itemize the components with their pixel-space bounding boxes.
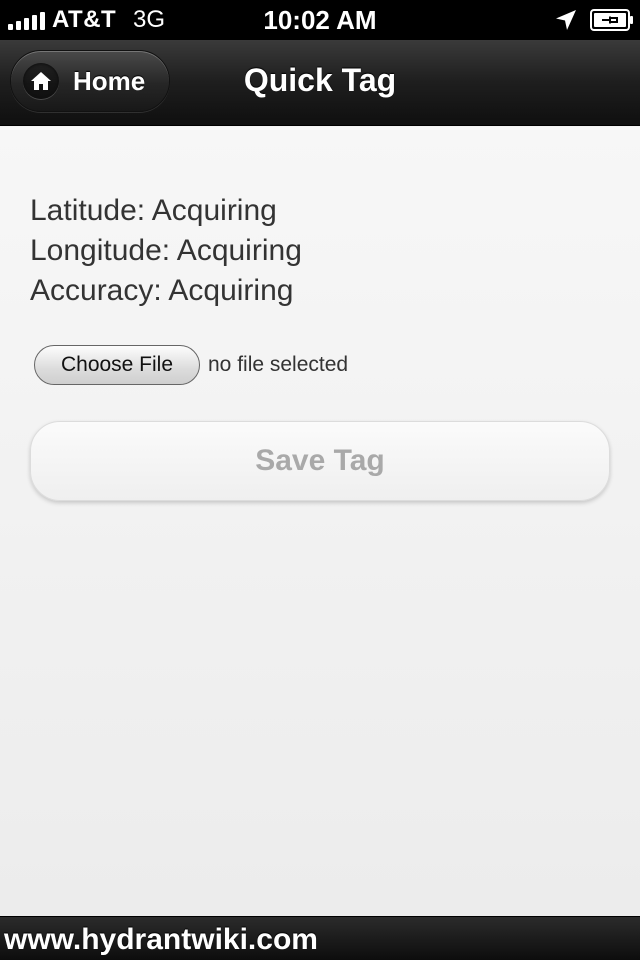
location-arrow-icon [556,10,576,30]
status-time: 10:02 AM [263,5,377,35]
page-title: Quick Tag [243,62,397,98]
longitude-text: Longitude: Acquiring [30,234,302,267]
status-bar: AT&T 3G 10:02 AM [0,0,640,40]
choose-file-button[interactable]: Choose File [34,345,200,385]
latitude-text: Latitude: Acquiring [30,194,277,227]
main-content: Latitude: Acquiring Longitude: Acquiring… [0,127,640,916]
save-tag-button[interactable]: Save Tag [30,421,610,501]
location-info: Latitude: Acquiring Longitude: Acquiring… [30,191,302,311]
file-input: Choose File no file selected [34,345,348,385]
file-status-text: no file selected [208,353,349,376]
battery-charging-icon [590,9,633,31]
header-bar: Home Quick Tag [0,40,640,126]
footer-url: www.hydrantwiki.com [4,923,318,956]
accuracy-text: Accuracy: Acquiring [30,274,294,307]
footer-bar: www.hydrantwiki.com [0,916,640,960]
